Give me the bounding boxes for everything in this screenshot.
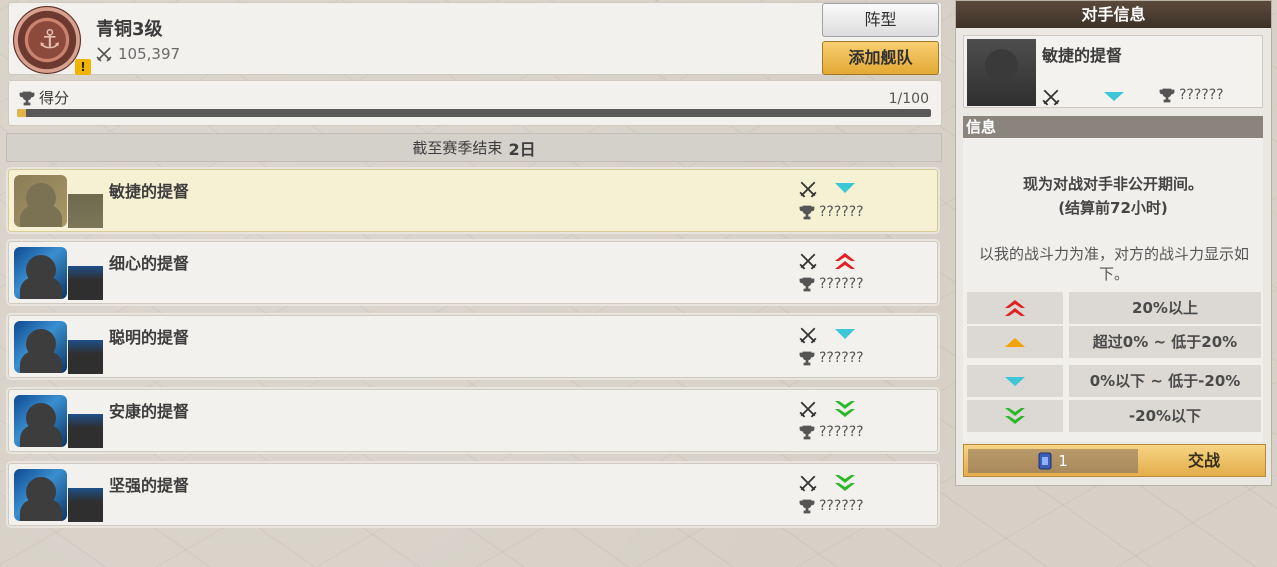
score-value: 1/100: [888, 91, 929, 107]
warning-icon: !: [75, 59, 91, 75]
opponent-trophy: ??????: [799, 424, 864, 440]
selected-opponent-trophy-value: ??????: [1179, 87, 1224, 103]
opponent-trophy-value: ??????: [819, 350, 864, 366]
legend-label: 超过0% ~ 低于20%: [1069, 326, 1261, 358]
opponent-name: 细心的提督: [109, 254, 190, 273]
opponent-trophy-value: ??????: [819, 276, 864, 292]
opponent-avatar: [14, 175, 67, 227]
rank-name: 青铜3级: [96, 19, 163, 40]
selected-opponent-name: 敏捷的提督: [1042, 46, 1123, 65]
score-label: 得分: [19, 87, 69, 108]
info-notice-line2: (结算前72小时): [1058, 199, 1168, 217]
up-orange-icon: [967, 326, 1063, 358]
score-progress-bar: [17, 109, 931, 117]
fight-button[interactable]: 交战: [1144, 445, 1264, 476]
score-label-text: 得分: [39, 89, 70, 107]
opponent-trophy: ??????: [799, 276, 864, 292]
opponent-avatar: [14, 321, 67, 373]
legend-label: 20%以上: [1069, 292, 1261, 324]
season-countdown: 截至赛季结束 2日: [6, 133, 942, 162]
add-fleet-button[interactable]: 添加舰队: [822, 41, 939, 75]
opponent-ship-thumbnail: [68, 488, 103, 522]
opponent-trophy: ??????: [799, 350, 864, 366]
opponent-trophy-value: ??????: [819, 204, 864, 220]
opponent-ship-thumbnail: [68, 266, 103, 300]
rank-medal-icon[interactable]: ⚓: [13, 6, 81, 74]
opponent-avatar: [14, 395, 67, 447]
trend-double-up-red-icon: [833, 251, 857, 271]
selected-opponent-trophy: ??????: [1159, 87, 1224, 103]
crossed-swords-icon: [799, 327, 817, 344]
trend-double-down-green-icon: [833, 473, 857, 493]
crossed-swords-icon: [1042, 89, 1060, 106]
score-progress-fill: [17, 109, 27, 117]
info-description: 以我的战斗力为准，对方的战斗力显示如下。: [978, 245, 1249, 283]
double-up-red-icon: [967, 292, 1063, 324]
crossed-swords-icon: [799, 401, 817, 418]
opponent-row[interactable]: 敏捷的提督??????: [8, 169, 938, 232]
anchor-icon: ⚓: [38, 25, 62, 55]
legend-label: 0%以下 ~ 低于-20%: [1069, 365, 1261, 397]
opponent-ship-thumbnail: [68, 194, 103, 228]
opponent-name: 聪明的提督: [109, 328, 190, 347]
crossed-swords-icon: [799, 475, 817, 492]
trophy-icon: [1159, 88, 1175, 103]
double-down-green-icon: [967, 400, 1063, 432]
opponent-ship-thumbnail: [68, 414, 103, 448]
season-countdown-prefix: 截至赛季结束: [412, 139, 503, 157]
trophy-icon: [19, 91, 35, 105]
season-countdown-days: 2日: [508, 139, 536, 159]
info-header: 信息: [963, 116, 1263, 138]
trend-down-cyan-icon: [833, 325, 857, 345]
opponent-trophy: ??????: [799, 498, 864, 514]
player-card: ⚓ ! 青铜3级 105,397 阵型 添加舰队: [8, 2, 942, 75]
opponent-row[interactable]: 聪明的提督??????: [8, 315, 938, 378]
legend-row: 超过0% ~ 低于20%: [967, 326, 1261, 358]
opponent-trophy-value: ??????: [819, 424, 864, 440]
panel-footer: 1 交战: [963, 444, 1266, 477]
trophy-icon: [799, 205, 815, 220]
score-card: 得分 1/100: [8, 80, 942, 126]
info-notice: 现为对战对手非公开期间。 (结算前72小时): [963, 172, 1263, 220]
opponent-trophy: ??????: [799, 204, 864, 220]
trend-down-cyan-icon: [833, 179, 857, 199]
legend-row: 0%以下 ~ 低于-20%: [967, 365, 1261, 397]
trend-down-cyan-icon: [1104, 92, 1124, 101]
down-cyan-icon: [967, 365, 1063, 397]
opponent-avatar: [14, 469, 67, 521]
info-notice-line1: 现为对战对手非公开期间。: [1022, 175, 1203, 193]
opponent-ship-thumbnail: [68, 340, 103, 374]
formation-button[interactable]: 阵型: [822, 3, 939, 37]
trophy-icon: [799, 351, 815, 366]
opponent-row[interactable]: 安康的提督??????: [8, 389, 938, 452]
trophy-icon: [799, 425, 815, 440]
opponent-name: 敏捷的提督: [109, 182, 190, 201]
trend-double-down-green-icon: [833, 399, 857, 419]
opponent-info-panel: 对手信息 敏捷的提督 ?????? 信息 现为对战对手非公开期间。 (结算前72…: [955, 0, 1272, 486]
opponent-avatar: [967, 39, 1036, 106]
crossed-swords-icon: [96, 47, 112, 62]
opponent-name: 安康的提督: [109, 402, 190, 421]
legend-label: -20%以下: [1069, 400, 1261, 432]
selected-opponent-card: 敏捷的提督 ??????: [963, 35, 1263, 108]
crossed-swords-icon: [799, 253, 817, 270]
power-value: 105,397: [118, 45, 181, 63]
battle-ticket-count: 1: [1058, 452, 1068, 470]
trophy-icon: [799, 277, 815, 292]
panel-title: 对手信息: [956, 1, 1271, 28]
opponent-trophy-value: ??????: [819, 498, 864, 514]
opponent-avatar: [14, 247, 67, 299]
power-row: 105,397: [96, 45, 180, 63]
trophy-icon: [799, 499, 815, 514]
info-body: 现为对战对手非公开期间。 (结算前72小时) 以我的战斗力为准，对方的战斗力显示…: [963, 138, 1263, 442]
crossed-swords-icon: [799, 181, 817, 198]
opponent-name: 坚强的提督: [109, 476, 190, 495]
battle-ticket-icon: [1038, 452, 1052, 470]
battle-ticket: 1: [968, 449, 1138, 473]
legend-row: -20%以下: [967, 400, 1261, 432]
opponent-row[interactable]: 坚强的提督??????: [8, 463, 938, 526]
opponent-row[interactable]: 细心的提督??????: [8, 241, 938, 304]
legend-row: 20%以上: [967, 292, 1261, 324]
